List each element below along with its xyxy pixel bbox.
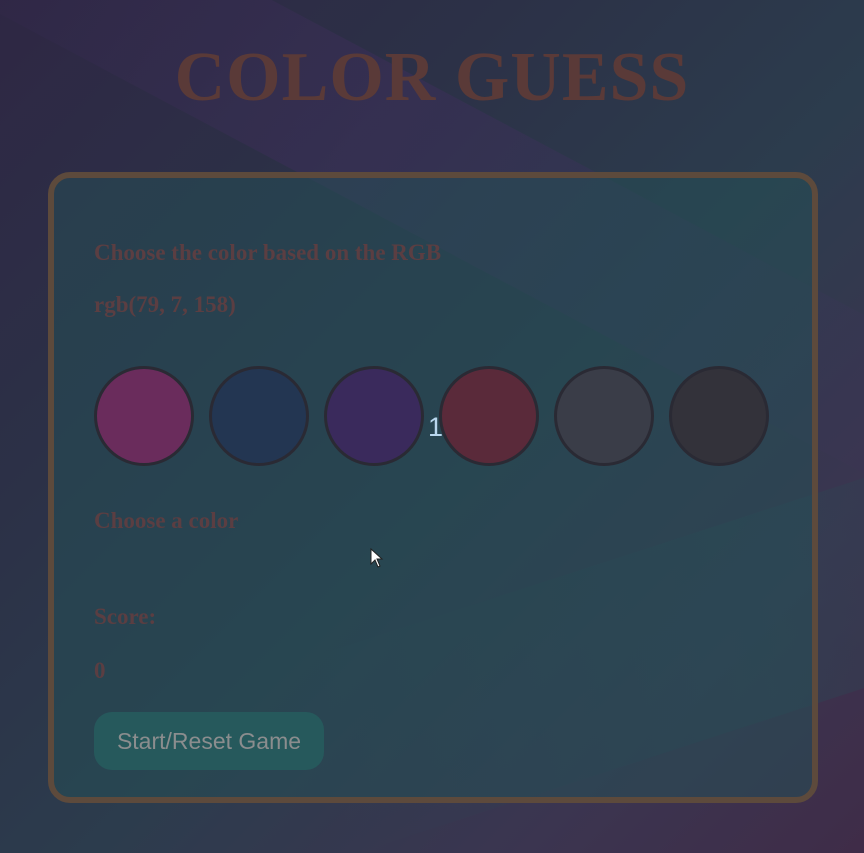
score-label: Score: (94, 604, 157, 629)
color-option-6[interactable] (669, 366, 769, 466)
score-value: 0 (94, 658, 106, 683)
game-panel: Choose the color based on the RGB rgb(79… (48, 172, 818, 803)
status-message: Choose a color (94, 508, 239, 533)
instruction-text: Choose the color based on the RGB (94, 240, 442, 265)
color-option-4[interactable] (439, 366, 539, 466)
target-rgb-value: rgb(79, 7, 158) (94, 292, 236, 317)
overlay-number: 1 (428, 412, 444, 442)
mouse-pointer-icon (370, 548, 384, 568)
color-option-3[interactable] (324, 366, 424, 466)
color-option-1[interactable] (94, 366, 194, 466)
color-option-5[interactable] (554, 366, 654, 466)
page-title: COLOR GUESS (174, 39, 690, 116)
start-reset-button[interactable]: Start/Reset Game (94, 712, 324, 770)
color-option-2[interactable] (209, 366, 309, 466)
